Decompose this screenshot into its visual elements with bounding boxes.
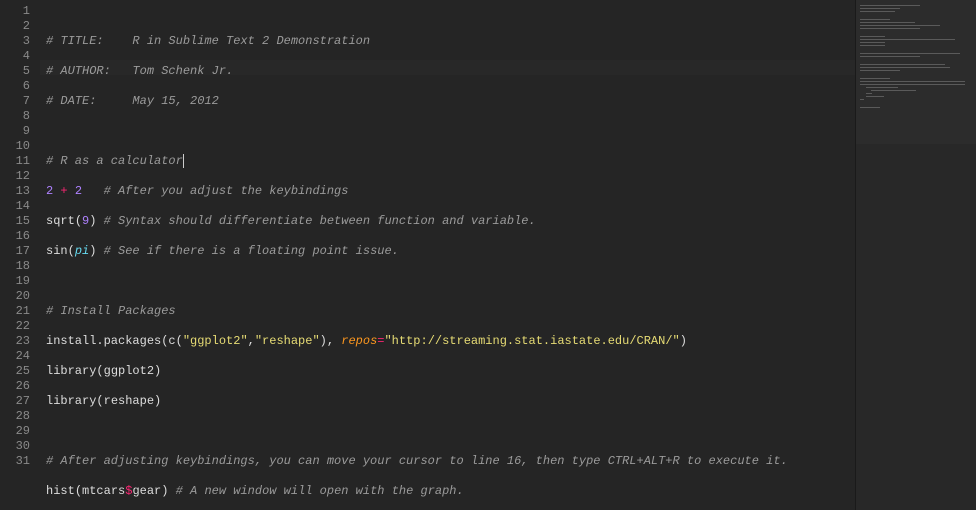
line-number[interactable]: 14 [0, 199, 40, 214]
line-number[interactable]: 13 [0, 184, 40, 199]
string: "reshape" [255, 334, 320, 348]
comment: # Syntax should differentiate between fu… [96, 214, 535, 228]
code-line[interactable]: sin(pi) # See if there is a floating poi… [46, 244, 855, 259]
comment: # AUTHOR: Tom Schenk Jr. [46, 64, 233, 78]
line-number[interactable]: 19 [0, 274, 40, 289]
named-arg: repos [341, 334, 377, 348]
line-number[interactable]: 15 [0, 214, 40, 229]
comment: # See if there is a floating point issue… [96, 244, 398, 258]
string: "http://streaming.stat.iastate.edu/CRAN/… [384, 334, 679, 348]
code-line[interactable]: hist(mtcars$gear) # A new window will op… [46, 484, 855, 499]
line-number[interactable]: 17 [0, 244, 40, 259]
line-number[interactable]: 28 [0, 409, 40, 424]
line-number[interactable]: 8 [0, 109, 40, 124]
func-call: library [46, 394, 96, 408]
code-line[interactable] [46, 274, 855, 289]
line-number[interactable]: 22 [0, 319, 40, 334]
line-number-gutter[interactable]: 1 2 3 4 5 6 7 8 9 10 11 12 13 14 15 16 1… [0, 0, 40, 510]
comment: # After you adjust the keybindings [82, 184, 348, 198]
code-line[interactable] [46, 124, 855, 139]
line-number[interactable]: 26 [0, 379, 40, 394]
string: "ggplot2" [183, 334, 248, 348]
line-number[interactable]: 9 [0, 124, 40, 139]
code-line[interactable]: library(ggplot2) [46, 364, 855, 379]
identifier: ggplot2 [104, 364, 154, 378]
code-line[interactable]: # Install Packages [46, 304, 855, 319]
comment: # Install Packages [46, 304, 176, 318]
line-number[interactable]: 25 [0, 364, 40, 379]
func-call: sin [46, 244, 68, 258]
comment: # DATE: May 15, 2012 [46, 94, 219, 108]
line-number[interactable]: 7 [0, 94, 40, 109]
line-number[interactable]: 11 [0, 154, 40, 169]
line-number[interactable]: 5 [0, 64, 40, 79]
func-call: library [46, 364, 96, 378]
line-number[interactable]: 23 [0, 334, 40, 349]
identifier: reshape [104, 394, 154, 408]
code-line[interactable]: # R as a calculator [46, 154, 855, 169]
func-call: c [168, 334, 175, 348]
code-line[interactable]: install.packages(c("ggplot2","reshape"),… [46, 334, 855, 349]
constant: pi [75, 244, 89, 258]
paren: ( [68, 244, 75, 258]
line-number[interactable]: 1 [0, 4, 40, 19]
line-number[interactable]: 31 [0, 454, 40, 469]
comment: # TITLE: R in Sublime Text 2 Demonstrati… [46, 34, 370, 48]
line-number[interactable]: 30 [0, 439, 40, 454]
line-number[interactable]: 2 [0, 19, 40, 34]
minimap[interactable] [855, 0, 976, 510]
line-number[interactable]: 20 [0, 289, 40, 304]
paren: ( [75, 214, 82, 228]
code-line[interactable] [46, 424, 855, 439]
line-number[interactable]: 10 [0, 139, 40, 154]
line-number[interactable]: 4 [0, 49, 40, 64]
func-call: install.packages [46, 334, 161, 348]
line-number[interactable]: 3 [0, 34, 40, 49]
line-number[interactable]: 21 [0, 304, 40, 319]
identifier: gear [132, 484, 161, 498]
line-number[interactable]: 16 [0, 229, 40, 244]
comment: # R as a calculator [46, 154, 183, 168]
code-line[interactable]: # AUTHOR: Tom Schenk Jr. [46, 64, 855, 79]
code-line[interactable]: # DATE: May 15, 2012 [46, 94, 855, 109]
operator: + [53, 184, 75, 198]
code-line[interactable]: 2 + 2 # After you adjust the keybindings [46, 184, 855, 199]
func-call: sqrt [46, 214, 75, 228]
line-number[interactable]: 12 [0, 169, 40, 184]
line-number[interactable]: 18 [0, 259, 40, 274]
line-number[interactable]: 29 [0, 424, 40, 439]
line-number[interactable]: 24 [0, 349, 40, 364]
code-line[interactable]: # After adjusting keybindings, you can m… [46, 454, 855, 469]
code-line[interactable]: library(reshape) [46, 394, 855, 409]
code-line[interactable]: # TITLE: R in Sublime Text 2 Demonstrati… [46, 34, 855, 49]
func-call: hist [46, 484, 75, 498]
code-area[interactable]: # TITLE: R in Sublime Text 2 Demonstrati… [40, 0, 855, 510]
editor-window: 1 2 3 4 5 6 7 8 9 10 11 12 13 14 15 16 1… [0, 0, 976, 510]
code-line[interactable]: sqrt(9) # Syntax should differentiate be… [46, 214, 855, 229]
number: 2 [75, 184, 82, 198]
identifier: mtcars [82, 484, 125, 498]
line-number[interactable]: 6 [0, 79, 40, 94]
comment: # After adjusting keybindings, you can m… [46, 454, 788, 468]
comment: # A new window will open with the graph. [168, 484, 463, 498]
line-number[interactable]: 27 [0, 394, 40, 409]
